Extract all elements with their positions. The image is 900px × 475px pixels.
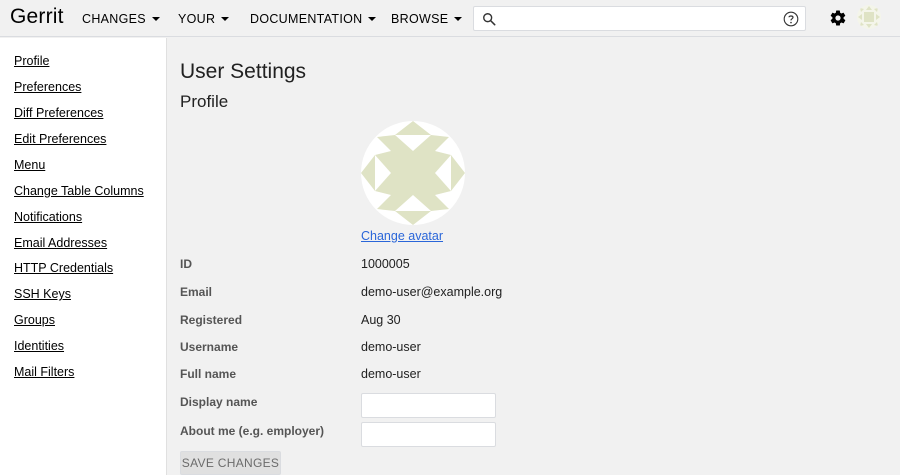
gear-icon[interactable]: [829, 9, 847, 27]
about-me-label: About me (e.g. employer): [180, 424, 325, 438]
sidebar-item-diff-preferences[interactable]: Diff Preferences: [14, 106, 103, 120]
nav-documentation-label: DOCUMENTATION: [250, 11, 363, 26]
id-label: ID: [180, 257, 192, 271]
email-label: Email: [180, 285, 213, 299]
email-value: demo-user@example.org: [361, 285, 503, 299]
sidebar-item-menu[interactable]: Menu: [14, 158, 45, 172]
avatar-pattern-icon: [857, 5, 881, 29]
username-value: demo-user: [361, 340, 421, 354]
about-me-field[interactable]: [361, 422, 496, 447]
sidebar-item-preferences[interactable]: Preferences: [14, 80, 81, 94]
registered-value: Aug 30: [361, 313, 401, 327]
username-label: Username: [180, 340, 239, 354]
change-avatar-link[interactable]: Change avatar: [361, 229, 443, 243]
sidebar-item-change-table-columns[interactable]: Change Table Columns: [14, 184, 144, 198]
sidebar-item-mail-filters[interactable]: Mail Filters: [14, 365, 74, 379]
sidebar-item-groups[interactable]: Groups: [14, 313, 55, 327]
nav-your[interactable]: YOUR: [178, 0, 230, 37]
chevron-down-icon: [454, 17, 463, 21]
sidebar-item-edit-preferences[interactable]: Edit Preferences: [14, 132, 106, 146]
nav-browse-label: BROWSE: [391, 11, 449, 26]
nav-browse[interactable]: BROWSE: [391, 0, 463, 37]
full-name-label: Full name: [180, 367, 237, 381]
id-value: 1000005: [361, 257, 410, 271]
chevron-down-icon: [368, 17, 377, 21]
sidebar-item-identities[interactable]: Identities: [14, 339, 64, 353]
settings-sidebar: Profile Preferences Diff Preferences Edi…: [0, 38, 167, 475]
chevron-down-icon: [221, 17, 230, 21]
display-name-label: Display name: [180, 395, 258, 409]
sidebar-item-ssh-keys[interactable]: SSH Keys: [14, 287, 71, 301]
search-icon: [483, 13, 496, 26]
top-header: Gerrit CHANGES YOUR DOCUMENTATION BROWSE: [0, 0, 900, 37]
help-icon[interactable]: [783, 11, 799, 27]
chevron-down-icon: [151, 17, 160, 21]
search-input[interactable]: [473, 6, 806, 31]
page-title: User Settings: [180, 60, 307, 83]
nav-documentation[interactable]: DOCUMENTATION: [250, 0, 377, 37]
save-changes-button[interactable]: SAVE CHANGES: [180, 451, 281, 475]
nav-your-label: YOUR: [178, 11, 216, 26]
profile-avatar: [361, 121, 465, 225]
registered-label: Registered: [180, 313, 243, 327]
sidebar-item-http-credentials[interactable]: HTTP Credentials: [14, 261, 113, 275]
section-title: Profile: [180, 92, 229, 111]
sidebar-item-email-addresses[interactable]: Email Addresses: [14, 236, 107, 250]
full-name-value: demo-user: [361, 367, 421, 381]
sidebar-item-profile[interactable]: Profile: [14, 54, 49, 68]
gerrit-logo[interactable]: Gerrit: [10, 5, 64, 29]
sidebar-item-notifications[interactable]: Notifications: [14, 210, 82, 224]
avatar-pattern-icon: [361, 121, 465, 225]
display-name-field[interactable]: [361, 393, 496, 418]
nav-changes[interactable]: CHANGES: [82, 0, 160, 37]
nav-changes-label: CHANGES: [82, 11, 146, 26]
avatar[interactable]: [857, 5, 881, 29]
